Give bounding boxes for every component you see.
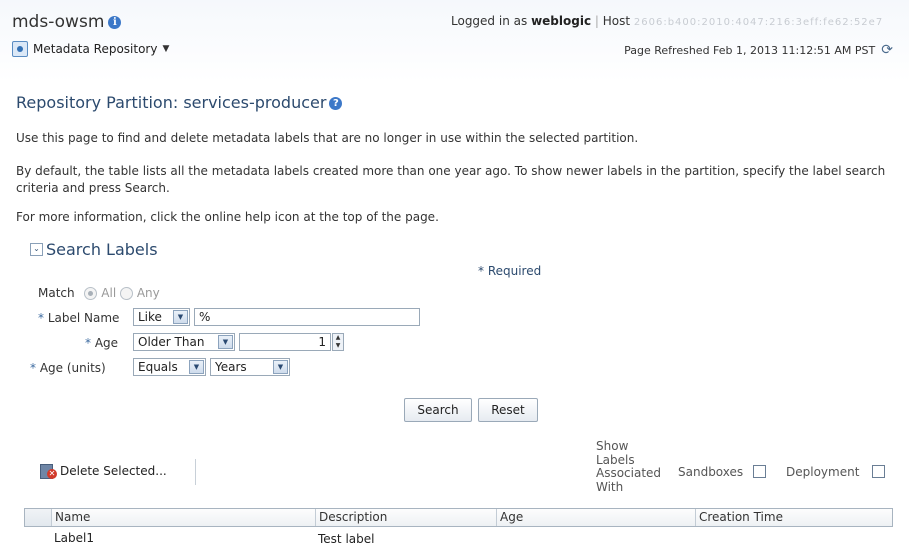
- dropdown-arrow-icon: ▼: [173, 310, 188, 324]
- label-name-input[interactable]: %: [194, 308, 420, 326]
- labels-table-header: Name Description Age Creation Time: [24, 508, 893, 527]
- disclose-icon: ⌄: [30, 243, 43, 256]
- column-header-creation-time[interactable]: Creation Time: [695, 509, 892, 526]
- match-any-radio[interactable]: [120, 287, 133, 300]
- metadata-repository-menu[interactable]: Metadata Repository ▼: [12, 40, 169, 58]
- delete-selected-button[interactable]: ✕ Delete Selected...: [40, 463, 167, 479]
- column-header-description[interactable]: Description: [315, 509, 496, 526]
- age-operator-select[interactable]: Older Than ▼: [133, 333, 235, 351]
- dropdown-arrow-icon: ▼: [189, 360, 204, 374]
- search-button[interactable]: Search: [404, 398, 472, 422]
- intro-paragraph: Use this page to find and delete metadat…: [16, 131, 639, 145]
- delete-icon: ✕: [40, 463, 57, 479]
- app-title: mds-owsm i: [12, 12, 122, 32]
- logged-in-prefix: Logged in as: [451, 14, 528, 28]
- label-name-operator-value: Like: [138, 310, 162, 324]
- host-label: Host: [602, 14, 631, 28]
- metadata-repository-label: Metadata Repository: [33, 42, 158, 56]
- help-icon[interactable]: ?: [329, 97, 343, 110]
- age-units-value-select[interactable]: Years ▼: [210, 358, 290, 376]
- sandboxes-checkbox[interactable]: [753, 465, 766, 478]
- page-refreshed-text: Page Refreshed Feb 1, 2013 11:12:51 AM P…: [624, 43, 876, 57]
- age-units-operator-select[interactable]: Equals ▼: [133, 358, 206, 376]
- help-paragraph: For more information, click the online h…: [16, 210, 439, 224]
- delete-selected-label: Delete Selected...: [60, 464, 167, 478]
- age-label: * Age: [85, 336, 119, 350]
- host-value: 2606:b400:2010:4047:216:3eff:fe62:52e7: [633, 17, 884, 28]
- label-name-operator-select[interactable]: Like ▼: [133, 308, 190, 326]
- age-units-label: * Age (units): [30, 361, 106, 375]
- row-name: Label1: [54, 531, 95, 545]
- search-labels-title: Search Labels: [46, 240, 158, 259]
- page-refreshed: Page Refreshed Feb 1, 2013 11:12:51 AM P…: [624, 42, 893, 58]
- search-labels-header[interactable]: ⌄ Search Labels: [30, 240, 158, 259]
- label-name-label: * Label Name: [38, 311, 120, 325]
- deployment-checkbox[interactable]: [872, 465, 885, 478]
- show-labels-label: Show Labels Associated With: [596, 439, 662, 494]
- age-stepper[interactable]: ▲ ▼: [332, 333, 344, 351]
- page-title-text: Repository Partition: services-producer: [16, 93, 327, 112]
- chevron-down-icon: ▼: [162, 44, 170, 54]
- age-operator-value: Older Than: [138, 335, 205, 349]
- match-all-radio[interactable]: [84, 287, 98, 300]
- reset-button[interactable]: Reset: [478, 398, 538, 422]
- match-row: Match All Any: [38, 286, 160, 300]
- username: weblogic: [531, 14, 592, 28]
- dropdown-arrow-icon: ▼: [273, 360, 288, 374]
- info-icon[interactable]: i: [108, 15, 122, 29]
- refresh-icon[interactable]: ⟳: [881, 42, 893, 58]
- login-info: Logged in as weblogic | Host 2606:b400:2…: [451, 14, 884, 28]
- deployment-label: Deployment: [786, 465, 860, 479]
- app-title-text: mds-owsm: [12, 12, 105, 32]
- age-input[interactable]: 1: [239, 333, 331, 351]
- default-paragraph: By default, the table lists all the meta…: [16, 164, 886, 195]
- dropdown-arrow-icon: ▼: [218, 335, 233, 349]
- age-units-value: Years: [215, 360, 247, 374]
- column-header-name[interactable]: Name: [51, 509, 315, 526]
- match-all-label: All: [101, 286, 117, 300]
- repository-icon: [12, 41, 28, 57]
- page-title: Repository Partition: services-producer?: [16, 93, 343, 112]
- row-description: Test label: [318, 532, 375, 546]
- column-header-age[interactable]: Age: [496, 509, 695, 526]
- match-label: Match: [38, 286, 75, 300]
- match-any-label: Any: [136, 286, 160, 300]
- toolbar-divider: [195, 459, 196, 485]
- age-units-operator-value: Equals: [138, 360, 178, 374]
- required-note: * Required: [478, 264, 542, 278]
- sandboxes-label: Sandboxes: [678, 465, 744, 479]
- select-column-header[interactable]: [25, 509, 51, 526]
